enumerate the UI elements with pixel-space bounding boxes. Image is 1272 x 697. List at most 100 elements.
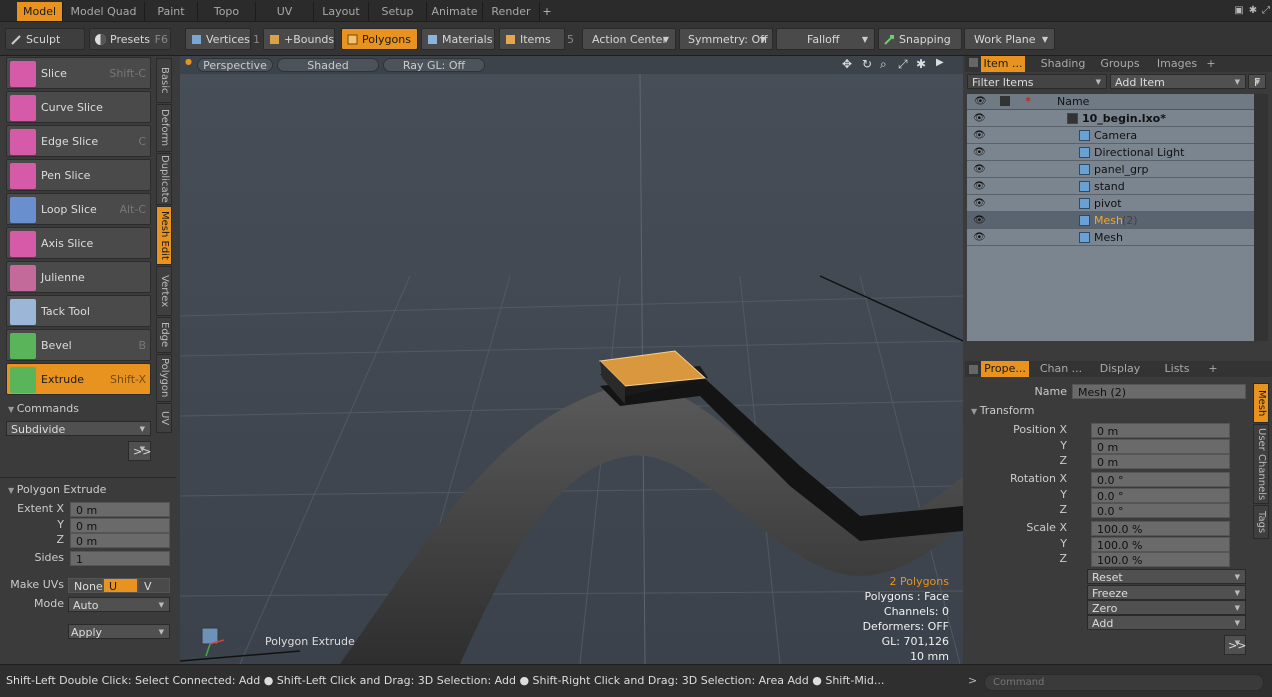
materials-mode-button[interactable]: Materials <box>421 28 495 50</box>
settings-icon[interactable]: ✱ <box>1246 4 1260 18</box>
subdivide-dropdown[interactable]: Subdivide <box>6 421 151 437</box>
tab-model-quad[interactable]: Model Quad <box>63 2 145 21</box>
tab-item-list[interactable]: Item ... <box>981 56 1025 72</box>
commands-header[interactable]: Commands <box>8 402 79 415</box>
tab-polygon[interactable]: Polygon <box>156 354 172 402</box>
tab-animate[interactable]: Animate <box>427 2 483 21</box>
command-input[interactable] <box>984 674 1264 691</box>
tool-slice[interactable]: Slice Shift-C <box>6 57 151 89</box>
item-row[interactable]: 👁 Directional Light <box>967 144 1254 161</box>
add-panel-tab-button[interactable]: + <box>1205 56 1217 72</box>
polygons-mode-button[interactable]: Polygons <box>341 28 418 50</box>
position-z-field[interactable]: 0 m <box>1091 454 1230 469</box>
panel-menu-icon[interactable] <box>969 58 978 67</box>
tool-curve-slice[interactable]: Curve Slice <box>6 91 151 123</box>
item-row[interactable]: 👁 Camera <box>967 127 1254 144</box>
visibility-icon[interactable]: 👁 <box>973 130 986 141</box>
bounds-mode-button[interactable]: +Bounds <box>263 28 335 50</box>
tab-lists[interactable]: Lists <box>1149 361 1205 377</box>
tab-paint[interactable]: Paint <box>145 2 198 21</box>
visibility-icon[interactable]: 👁 <box>973 147 986 158</box>
rotate-icon[interactable]: ↻ <box>862 57 872 71</box>
position-x-field[interactable]: 0 m <box>1091 423 1230 438</box>
tab-mesh[interactable]: Mesh <box>1253 383 1269 423</box>
snapping-button[interactable]: Snapping <box>878 28 962 50</box>
uv-none-option[interactable]: None <box>68 578 103 593</box>
sides-field[interactable]: 1 <box>70 551 170 566</box>
item-filter-button[interactable]: F <box>1248 74 1266 90</box>
tool-axis-slice[interactable]: Axis Slice <box>6 227 151 259</box>
tab-render[interactable]: Render <box>483 2 540 21</box>
visibility-icon[interactable]: 👁 <box>973 198 986 209</box>
item-row[interactable]: 👁 10_begin.lxo* <box>967 110 1254 127</box>
tool-edge-slice[interactable]: Edge Slice C <box>6 125 151 157</box>
visibility-icon[interactable]: 👁 <box>973 113 986 124</box>
item-row[interactable]: 👁 pivot <box>967 195 1254 212</box>
add-prop-tab-button[interactable]: + <box>1207 361 1219 377</box>
scale-y-field[interactable]: 100.0 % <box>1091 537 1230 552</box>
reset-dropdown[interactable]: Reset <box>1087 569 1246 585</box>
properties-more-button[interactable]: >> <box>1224 635 1246 655</box>
tab-model[interactable]: Model <box>17 2 63 21</box>
transform-header[interactable]: Transform <box>971 404 1035 417</box>
item-row[interactable]: 👁 Mesh <box>967 229 1254 246</box>
shaded-dropdown[interactable]: Shaded <box>277 58 379 72</box>
position-y-field[interactable]: 0 m <box>1091 439 1230 454</box>
presets-button[interactable]: Presets F6 <box>89 28 171 50</box>
freeze-dropdown[interactable]: Freeze <box>1087 585 1246 601</box>
tab-layout[interactable]: Layout <box>314 2 369 21</box>
name-column-header[interactable]: Name <box>1057 95 1089 108</box>
commands-more-button[interactable]: >> <box>128 441 151 461</box>
tool-tack-tool[interactable]: Tack Tool <box>6 295 151 327</box>
item-row[interactable]: 👁 stand <box>967 178 1254 195</box>
visibility-icon[interactable]: 👁 <box>973 164 986 175</box>
item-name-field[interactable]: Mesh (2) <box>1072 384 1246 399</box>
tab-display[interactable]: Display <box>1093 361 1147 377</box>
work-plane-dropdown[interactable]: Work Plane <box>964 28 1055 51</box>
item-row[interactable]: 👁 Mesh (2) <box>967 212 1254 229</box>
polygon-extrude-header[interactable]: Polygon Extrude <box>8 483 107 496</box>
uv-u-option[interactable]: U <box>103 578 138 593</box>
rotation-x-field[interactable]: 0.0 ° <box>1091 472 1230 487</box>
mode-dropdown[interactable]: Auto <box>68 597 170 613</box>
apply-button[interactable]: Apply <box>68 624 170 640</box>
add-tab-button[interactable]: + <box>540 2 554 21</box>
add-dropdown[interactable]: Add <box>1087 615 1246 631</box>
tab-tags[interactable]: Tags <box>1253 505 1269 539</box>
extent-z-field[interactable]: 0 m <box>70 533 170 548</box>
tab-setup[interactable]: Setup <box>369 2 427 21</box>
item-row[interactable]: 👁 panel_grp <box>967 161 1254 178</box>
tool-julienne[interactable]: Julienne <box>6 261 151 293</box>
item-list-scrollbar[interactable] <box>1254 94 1268 341</box>
visibility-icon[interactable]: 👁 <box>973 232 986 243</box>
filter-items-input[interactable]: Filter Items <box>967 74 1107 90</box>
rotation-y-field[interactable]: 0.0 ° <box>1091 488 1230 503</box>
tab-channels[interactable]: Chan ... <box>1037 361 1085 377</box>
tool-extrude[interactable]: Extrude Shift-X <box>6 363 151 395</box>
tab-uv[interactable]: UV <box>256 2 314 21</box>
scale-z-field[interactable]: 100.0 % <box>1091 552 1230 567</box>
tab-user-channels[interactable]: User Channels <box>1253 424 1269 504</box>
zoom-icon[interactable]: ⌕ <box>880 57 887 72</box>
tab-shading[interactable]: Shading <box>1035 56 1091 72</box>
tab-vertex[interactable]: Vertex <box>156 266 172 316</box>
action-center-dropdown[interactable]: Action Center <box>582 28 676 51</box>
tab-uv[interactable]: UV <box>156 403 172 433</box>
items-mode-button[interactable]: Items 5 <box>499 28 574 50</box>
tab-deform[interactable]: Deform <box>156 104 172 152</box>
visibility-icon[interactable]: 👁 <box>973 181 986 192</box>
tab-groups[interactable]: Groups <box>1093 56 1147 72</box>
tab-topo[interactable]: Topo <box>198 2 256 21</box>
tool-pen-slice[interactable]: Pen Slice <box>6 159 151 191</box>
uv-v-option[interactable]: V <box>138 578 170 593</box>
tab-images[interactable]: Images <box>1149 56 1205 72</box>
perspective-dropdown[interactable]: Perspective <box>197 58 273 72</box>
extent-y-field[interactable]: 0 m <box>70 518 170 533</box>
viewport-expand-icon[interactable]: ▶ <box>936 57 944 68</box>
viewport-menu-icon[interactable]: ● <box>185 57 192 66</box>
sculpt-button[interactable]: Sculpt <box>5 28 85 50</box>
raygl-dropdown[interactable]: Ray GL: Off <box>383 58 485 72</box>
scene-render[interactable] <box>180 56 963 664</box>
pan-icon[interactable]: ✥ <box>842 57 852 71</box>
maximize-icon[interactable]: ⤢ <box>898 57 908 72</box>
